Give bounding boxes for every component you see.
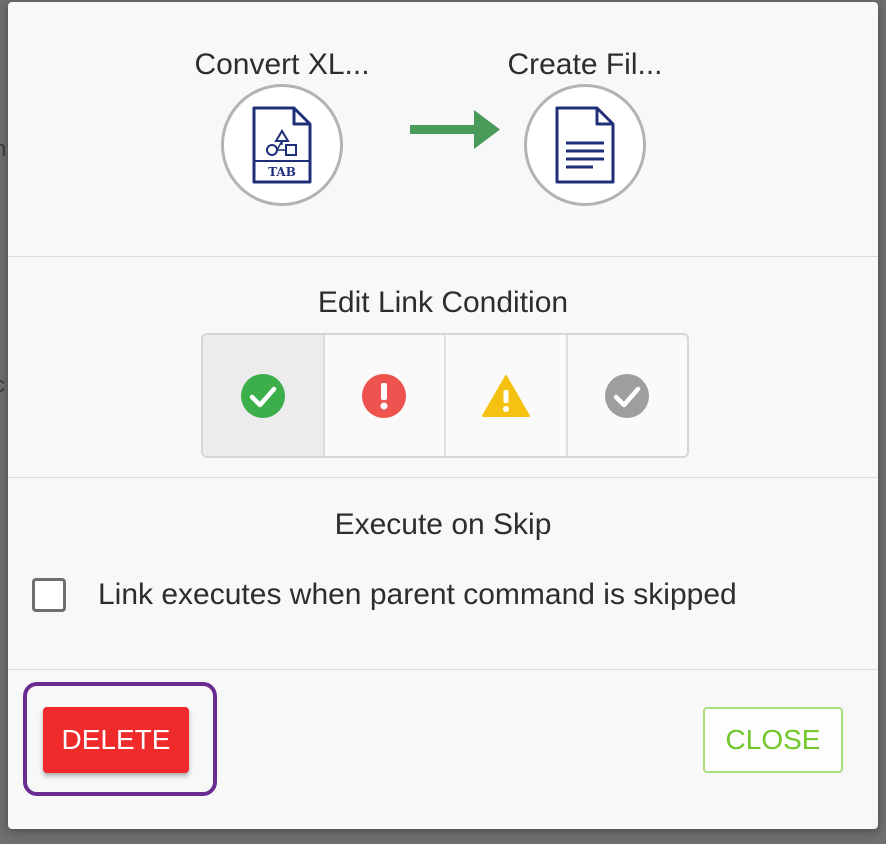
exclamation-circle-icon [362, 373, 407, 418]
footer-divider [8, 669, 878, 670]
source-command-node[interactable]: TAB [221, 84, 343, 206]
target-command-node[interactable] [524, 84, 646, 206]
execute-on-skip-label[interactable]: Link executes when parent command is ski… [98, 578, 737, 612]
backdrop-text-fragment: c [0, 372, 5, 398]
tab-file-icon: TAB [252, 106, 312, 184]
check-circle-icon [240, 373, 285, 418]
target-command: Create Fil... [485, 46, 685, 206]
close-button[interactable]: CLOSE [703, 707, 843, 773]
delete-button[interactable]: DELETE [43, 707, 189, 773]
tab-file-icon-label: TAB [268, 165, 296, 179]
condition-success-button[interactable] [203, 335, 325, 456]
condition-warning-button[interactable] [446, 335, 568, 456]
link-condition-toggle-group [201, 333, 689, 458]
target-command-label: Create Fil... [507, 48, 663, 81]
section-divider [8, 256, 878, 257]
section-divider [8, 477, 878, 478]
execute-on-skip-checkbox[interactable] [32, 578, 66, 612]
condition-any-button[interactable] [568, 335, 688, 456]
execute-on-skip-row: Link executes when parent command is ski… [32, 578, 737, 612]
warning-triangle-icon [481, 374, 530, 417]
backdrop-text-fragment: n [0, 136, 7, 161]
check-circle-icon [605, 373, 650, 418]
execute-on-skip-title: Execute on Skip [334, 508, 552, 541]
link-editor-dialog: Convert XL... TAB Create Fil... Edit Lin… [8, 2, 878, 829]
condition-error-button[interactable] [325, 335, 446, 456]
source-command: Convert XL... TAB [182, 46, 382, 206]
source-command-label: Convert XL... [194, 48, 370, 81]
document-icon [555, 106, 615, 184]
link-condition-title: Edit Link Condition [317, 286, 569, 319]
